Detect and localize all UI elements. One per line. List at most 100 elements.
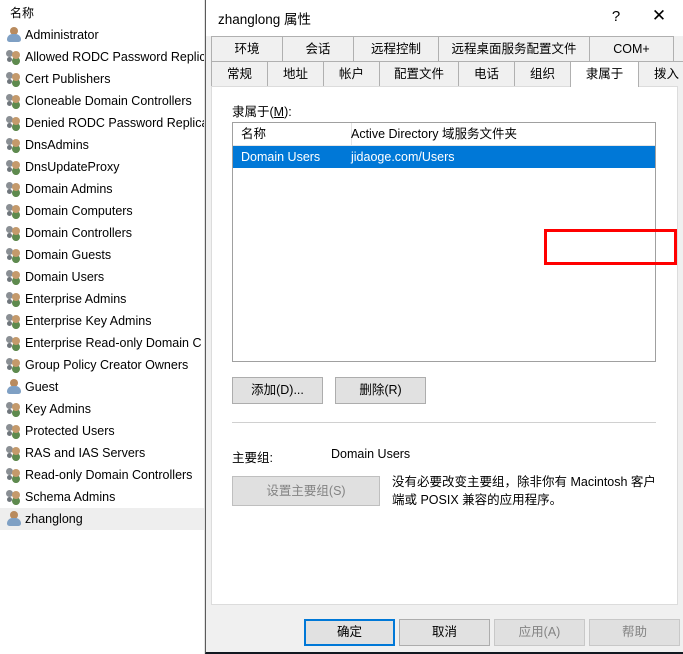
cancel-button[interactable]: 取消 [399, 619, 490, 646]
list-item[interactable]: DnsAdmins [0, 134, 205, 156]
list-item[interactable]: Protected Users [0, 420, 205, 442]
list-item-label: Administrator [25, 28, 99, 42]
primary-group-value: Domain Users [331, 447, 411, 461]
dialog-title: zhanglong 属性 [218, 12, 312, 27]
cell-group-folder: jidaoge.com/Users [351, 150, 455, 164]
tab-row-upper[interactable]: 环境 会话 远程控制 远程桌面服务配置文件 COM+ [211, 36, 674, 62]
group-icon [6, 334, 22, 350]
tab-远程桌面服务配置文件[interactable]: 远程桌面服务配置文件 [438, 36, 590, 62]
list-item-label: Cert Publishers [25, 72, 111, 86]
list-item[interactable]: Denied RODC Password Replica [0, 112, 205, 134]
user-icon [6, 378, 22, 394]
list-item[interactable]: Enterprise Admins [0, 288, 205, 310]
add-button[interactable]: 添加(D)... [232, 377, 323, 404]
list-item-label: Schema Admins [25, 490, 116, 504]
list-item-label: DnsUpdateProxy [25, 160, 120, 174]
remove-button[interactable]: 删除(R) [335, 377, 426, 404]
tab-地址[interactable]: 地址 [267, 61, 324, 87]
group-icon [6, 312, 22, 328]
list-item[interactable]: Enterprise Key Admins [0, 310, 205, 332]
group-icon [6, 466, 22, 482]
tab-拨入[interactable]: 拨入 [638, 61, 683, 87]
cell-group-name: Domain Users [241, 150, 321, 164]
column-header-name[interactable]: 名称 [233, 123, 352, 145]
listview-header[interactable]: 名称 Active Directory 域服务文件夹 [233, 123, 655, 146]
tab-帐户[interactable]: 帐户 [323, 61, 380, 87]
section-divider [232, 422, 656, 423]
list-item[interactable]: zhanglong [0, 508, 205, 530]
list-item-label: Domain Guests [25, 248, 112, 262]
memberof-label-text: 隶属于( [232, 105, 274, 119]
group-icon [6, 180, 22, 196]
user-icon [6, 26, 22, 42]
list-item[interactable]: Domain Controllers [0, 222, 205, 244]
list-item[interactable]: Guest [0, 376, 205, 398]
close-icon[interactable]: ✕ [639, 0, 679, 32]
list-item[interactable]: Cert Publishers [0, 68, 205, 90]
group-icon [6, 290, 22, 306]
list-item[interactable]: Domain Users [0, 266, 205, 288]
help-icon[interactable]: ? [596, 0, 636, 32]
tab-配置文件[interactable]: 配置文件 [379, 61, 459, 87]
list-item[interactable]: Allowed RODC Password Replic [0, 46, 205, 68]
properties-dialog: zhanglong 属性 ? ✕ 环境 会话 远程控制 远程桌面服务配置文件 COM+ … [205, 0, 683, 654]
column-header-folder[interactable]: Active Directory 域服务文件夹 [343, 123, 655, 145]
group-icon [6, 224, 22, 240]
tab-隶属于[interactable]: 隶属于 [570, 61, 639, 87]
list-item[interactable]: Cloneable Domain Controllers [0, 90, 205, 112]
help-button[interactable]: 帮助 [589, 619, 680, 646]
group-icon [6, 356, 22, 372]
list-item-label: Denied RODC Password Replica [25, 116, 205, 130]
tab-COM+[interactable]: COM+ [589, 36, 674, 62]
tab-环境[interactable]: 环境 [211, 36, 283, 62]
list-item[interactable]: Key Admins [0, 398, 205, 420]
tab-常规[interactable]: 常规 [211, 61, 268, 87]
ok-button[interactable]: 确定 [304, 619, 395, 646]
set-primary-group-button[interactable]: 设置主要组(S) [232, 476, 380, 506]
list-item-label: Allowed RODC Password Replic [25, 50, 205, 64]
list-item-label: RAS and IAS Servers [25, 446, 146, 460]
list-item[interactable]: Schema Admins [0, 486, 205, 508]
list-item[interactable]: Domain Admins [0, 178, 205, 200]
group-icon [6, 92, 22, 108]
memberof-listview[interactable]: 名称 Active Directory 域服务文件夹 Domain Users … [232, 122, 656, 362]
group-icon [6, 246, 22, 262]
tab-strip[interactable]: 环境 会话 远程控制 远程桌面服务配置文件 COM+ 常规 地址 帐户 配置文件 电话 组织 隶属于… [206, 36, 683, 87]
list-item[interactable]: Administrator [0, 24, 205, 46]
tab-电话[interactable]: 电话 [458, 61, 515, 87]
list-item-label: Domain Admins [25, 182, 113, 196]
list-item-label: Guest [25, 380, 59, 394]
dialog-titlebar[interactable]: zhanglong 属性 ? ✕ [206, 0, 683, 36]
group-icon [6, 158, 22, 174]
list-item[interactable]: Domain Computers [0, 200, 205, 222]
list-item-label: Enterprise Key Admins [25, 314, 152, 328]
list-item[interactable]: DnsUpdateProxy [0, 156, 205, 178]
tab-会话[interactable]: 会话 [282, 36, 354, 62]
list-item-label: Domain Computers [25, 204, 133, 218]
list-item-label: Protected Users [25, 424, 115, 438]
tab-row-lower[interactable]: 常规 地址 帐户 配置文件 电话 组织 隶属于 拨入 [211, 61, 683, 87]
list-item-label: Read-only Domain Controllers [25, 468, 193, 482]
group-icon [6, 400, 22, 416]
group-icon [6, 48, 22, 64]
list-item[interactable]: RAS and IAS Servers [0, 442, 205, 464]
background-list-column-header: 名称 [10, 6, 35, 20]
list-item-label: DnsAdmins [25, 138, 89, 152]
table-row[interactable]: Domain Users jidaoge.com/Users [233, 146, 655, 168]
list-item-label: Enterprise Admins [25, 292, 127, 306]
tab-远程控制[interactable]: 远程控制 [353, 36, 439, 62]
list-item[interactable]: Domain Guests [0, 244, 205, 266]
tab-组织[interactable]: 组织 [514, 61, 571, 87]
primary-group-note: 没有必要改变主要组，除非你有 Macintosh 客户端或 POSIX 兼容的应… [392, 475, 656, 507]
list-item[interactable]: Group Policy Creator Owners [0, 354, 205, 376]
apply-button[interactable]: 应用(A) [494, 619, 585, 646]
user-icon [6, 510, 22, 526]
list-item[interactable]: Enterprise Read-only Domain C [0, 332, 205, 354]
group-icon [6, 202, 22, 218]
background-list-rows[interactable]: Administrator Allowed RODC Password Repli… [0, 24, 205, 530]
group-icon [6, 136, 22, 152]
list-item[interactable]: Read-only Domain Controllers [0, 464, 205, 486]
group-icon [6, 114, 22, 130]
dialog-footer: 确定 取消 应用(A) 帮助 [206, 605, 683, 652]
list-item-label: Key Admins [25, 402, 92, 416]
